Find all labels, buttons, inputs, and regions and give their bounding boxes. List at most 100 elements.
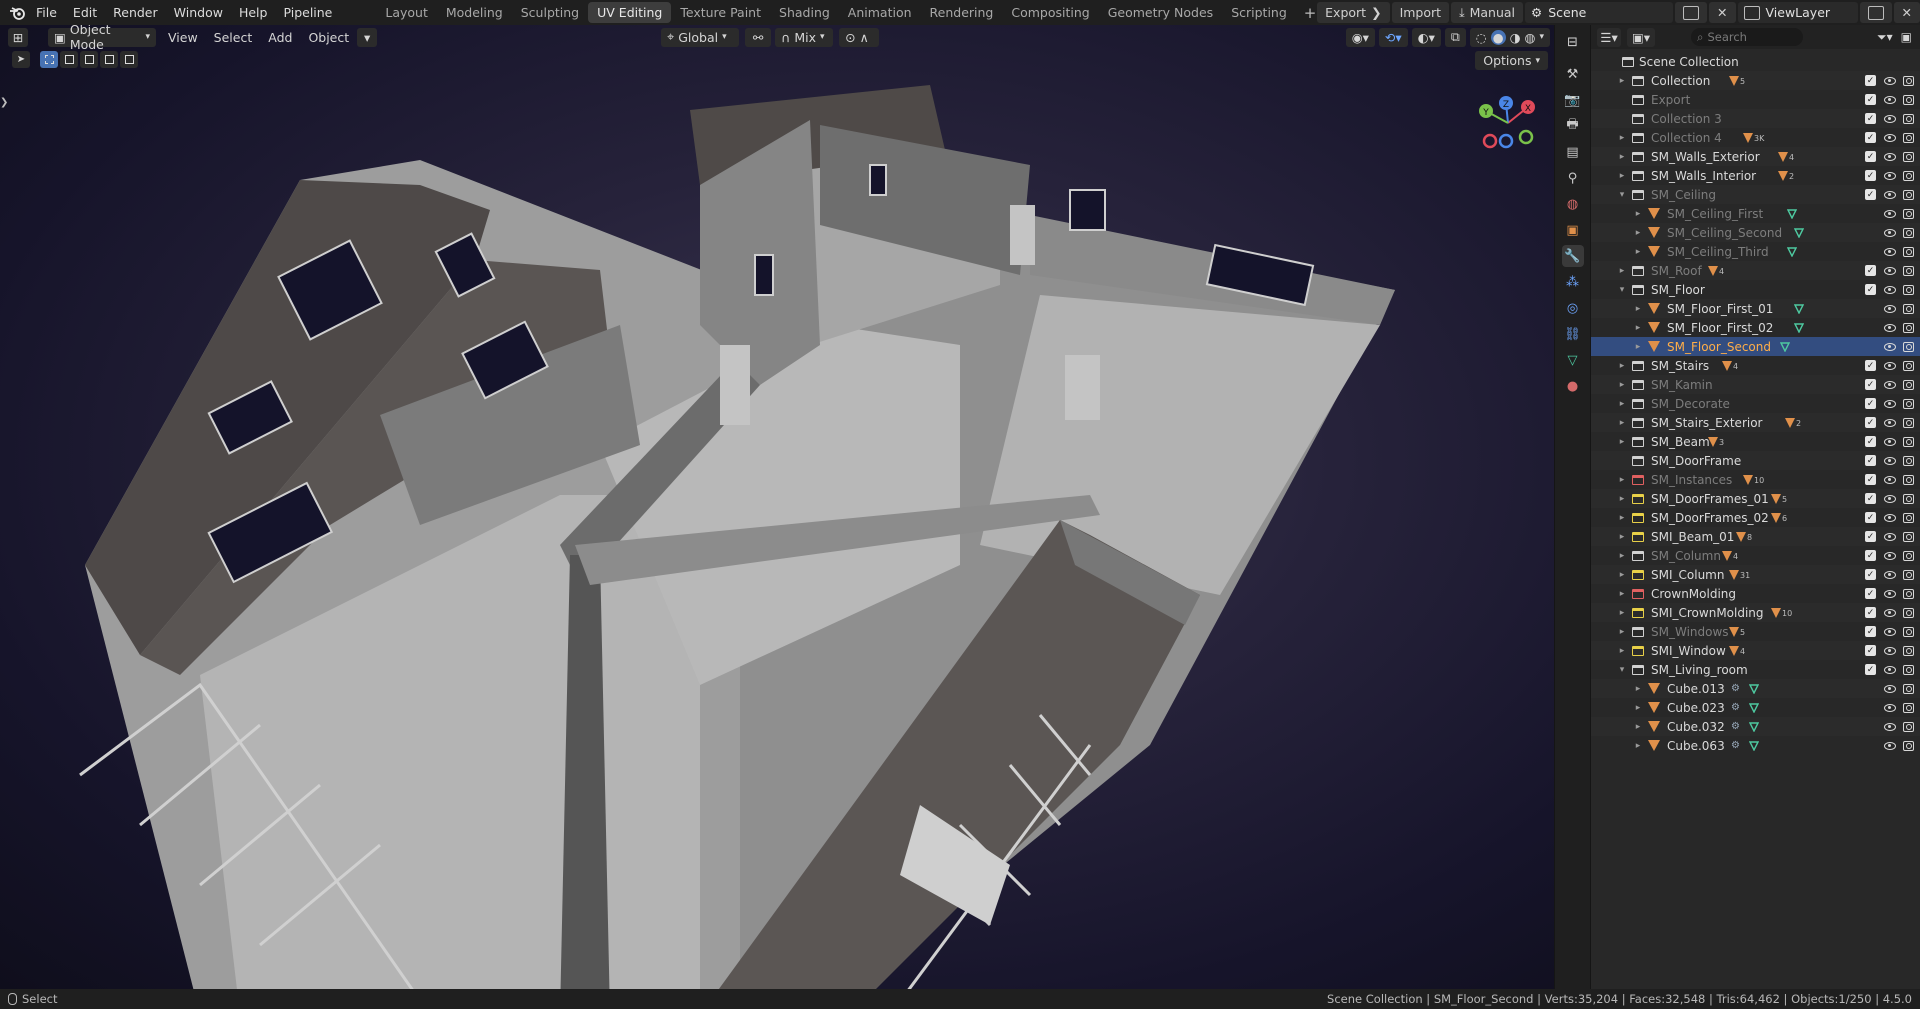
blender-logo-icon[interactable] (6, 2, 28, 24)
exclude-checkbox[interactable]: ✓ (1865, 569, 1876, 580)
menu-pipeline[interactable]: Pipeline (275, 0, 340, 25)
tab-uv-editing[interactable]: UV Editing (588, 2, 672, 23)
delete-scene-button[interactable]: ✕ (1709, 2, 1736, 23)
menu-render[interactable]: Render (105, 0, 166, 25)
eye-icon[interactable] (1883, 475, 1896, 484)
select-new-button[interactable] (40, 51, 58, 68)
expand-right-icon[interactable]: ▸ (1617, 646, 1627, 656)
mesh-count-icon[interactable]: 2 (1785, 417, 1801, 428)
exclude-checkbox[interactable]: ✓ (1865, 170, 1876, 181)
outliner-object-row[interactable]: ▸ SM_Ceiling_First (1591, 204, 1920, 223)
mesh-count-icon[interactable]: 3K (1743, 132, 1764, 143)
mesh-data-icon[interactable] (1749, 721, 1759, 732)
outliner-collection-row[interactable]: ▸ SMI_Beam_01 8 ✓ (1591, 527, 1920, 546)
wireframe-shading-icon[interactable]: ◌ (1476, 30, 1487, 45)
eye-icon[interactable] (1883, 247, 1896, 256)
exclude-checkbox[interactable]: ✓ (1865, 645, 1876, 656)
outliner-collection-row[interactable]: SM_DoorFrame ✓ (1591, 451, 1920, 470)
exclude-checkbox[interactable]: ✓ (1865, 360, 1876, 371)
eye-icon[interactable] (1883, 551, 1896, 560)
eye-icon[interactable] (1883, 152, 1896, 161)
viewport-menu-view[interactable]: View (160, 30, 206, 45)
outliner-collection-row[interactable]: ▾ SM_Ceiling ✓ (1591, 185, 1920, 204)
exclude-checkbox[interactable]: ✓ (1865, 607, 1876, 618)
expand-down-icon[interactable]: ▾ (1617, 190, 1627, 200)
eye-icon[interactable] (1883, 608, 1896, 617)
mesh-data-icon[interactable] (1749, 683, 1759, 694)
viewport-menu-object[interactable]: Object (300, 30, 357, 45)
outliner-collection-row[interactable]: ▸ SM_Roof 4 ✓ (1591, 261, 1920, 280)
expand-right-icon[interactable]: ▸ (1617, 513, 1627, 523)
mesh-count-icon[interactable]: 10 (1771, 607, 1792, 618)
outliner-collection-row[interactable]: ▸ Collection 4 3K ✓ (1591, 128, 1920, 147)
outliner-collection-row[interactable]: ▾ SM_Floor ✓ (1591, 280, 1920, 299)
gizmo-toggle-button[interactable]: ⟲▾ (1378, 27, 1408, 47)
outliner-editor-type-button[interactable]: ☰▾ (1597, 27, 1621, 47)
visibility-button[interactable]: ◉▾ (1345, 27, 1375, 47)
expand-down-icon[interactable]: ▾ (1617, 665, 1627, 675)
camera-icon[interactable] (1903, 341, 1914, 352)
mesh-count-icon[interactable]: 4 (1722, 550, 1738, 561)
viewport-menu-select[interactable]: Select (206, 30, 261, 45)
outliner-collection-row[interactable]: ▸ SM_Windows 5 ✓ (1591, 622, 1920, 641)
exclude-checkbox[interactable]: ✓ (1865, 417, 1876, 428)
expand-right-icon[interactable]: ▸ (1633, 703, 1643, 713)
eye-icon[interactable] (1883, 285, 1896, 294)
pivot-point-button[interactable]: ⚯ (745, 27, 772, 47)
select-subtract-button[interactable] (80, 51, 98, 68)
3d-viewport[interactable]: ⊞ ▣ Object Mode ▾ View Select Add Object ▾ ⌖ G… (0, 25, 1554, 989)
shading-modes[interactable]: ◌ ● ◑ ◍ ▾ (1469, 27, 1550, 47)
outliner-collection-row[interactable]: ▸ SM_Beam 3 ✓ (1591, 432, 1920, 451)
expand-right-icon[interactable]: ▸ (1617, 133, 1627, 143)
outliner-scene-collection-row[interactable]: Scene Collection (1591, 52, 1920, 71)
expand-right-icon[interactable]: ▸ (1633, 304, 1643, 314)
eye-icon[interactable] (1883, 266, 1896, 275)
expand-right-icon[interactable]: ▸ (1617, 570, 1627, 580)
outliner-object-row[interactable]: ▸ SM_Floor_Second (1591, 337, 1920, 356)
world-tab-icon[interactable]: ◍ (1562, 193, 1584, 215)
outliner-object-row[interactable]: ▸ SM_Ceiling_Third (1591, 242, 1920, 261)
outliner-collection-row[interactable]: ▾ SM_Living_room ✓ (1591, 660, 1920, 679)
mesh-data-icon[interactable] (1749, 740, 1759, 751)
modifier-icon[interactable]: ⚙ (1731, 702, 1740, 713)
camera-icon[interactable] (1903, 721, 1914, 732)
camera-icon[interactable] (1903, 550, 1914, 561)
expand-right-icon[interactable]: ▸ (1617, 437, 1627, 447)
mesh-data-icon[interactable] (1787, 208, 1797, 219)
camera-icon[interactable] (1903, 626, 1914, 637)
menu-file[interactable]: File (28, 0, 65, 25)
modifier-icon[interactable]: ⚙ (1731, 683, 1740, 694)
eye-icon[interactable] (1883, 361, 1896, 370)
exclude-checkbox[interactable]: ✓ (1865, 94, 1876, 105)
outliner-object-row[interactable]: ▸ SM_Floor_First_01 (1591, 299, 1920, 318)
camera-icon[interactable] (1903, 588, 1914, 599)
select-intersect-button[interactable] (120, 51, 138, 68)
select-extend-button[interactable] (60, 51, 78, 68)
modifier-icon[interactable]: ⚙ (1731, 721, 1740, 732)
mesh-count-icon[interactable]: 4 (1778, 151, 1794, 162)
mesh-count-icon[interactable]: 3 (1708, 436, 1724, 447)
eye-icon[interactable] (1883, 456, 1896, 465)
snap-selector[interactable]: ∩ Mix ▾ (775, 27, 834, 47)
exclude-checkbox[interactable]: ✓ (1865, 75, 1876, 86)
viewport-menu-add[interactable]: Add (260, 30, 300, 45)
mesh-data-icon[interactable] (1794, 303, 1804, 314)
camera-icon[interactable] (1903, 493, 1914, 504)
expand-right-icon[interactable]: ▸ (1617, 399, 1627, 409)
mesh-count-icon[interactable]: 4 (1729, 645, 1745, 656)
mesh-data-icon[interactable] (1780, 341, 1790, 352)
tool-tab-icon[interactable]: ⚒ (1562, 63, 1584, 85)
eye-icon[interactable] (1883, 76, 1896, 85)
rendered-shading-icon[interactable]: ◍ (1525, 30, 1536, 45)
camera-icon[interactable] (1903, 75, 1914, 86)
expand-right-icon[interactable]: ▸ (1617, 266, 1627, 276)
expand-right-icon[interactable]: ▸ (1633, 247, 1643, 257)
expand-right-icon[interactable]: ▸ (1617, 608, 1627, 618)
camera-icon[interactable] (1903, 531, 1914, 542)
output-tab-icon[interactable]: 🖶 (1562, 115, 1584, 137)
outliner-object-row[interactable]: ▸ Cube.063 ⚙ (1591, 736, 1920, 755)
tab-compositing[interactable]: Compositing (1002, 2, 1098, 23)
menu-help[interactable]: Help (231, 0, 276, 25)
outliner-collection-row[interactable]: ▸ SMI_CrownMolding 10 ✓ (1591, 603, 1920, 622)
eye-icon[interactable] (1883, 209, 1896, 218)
